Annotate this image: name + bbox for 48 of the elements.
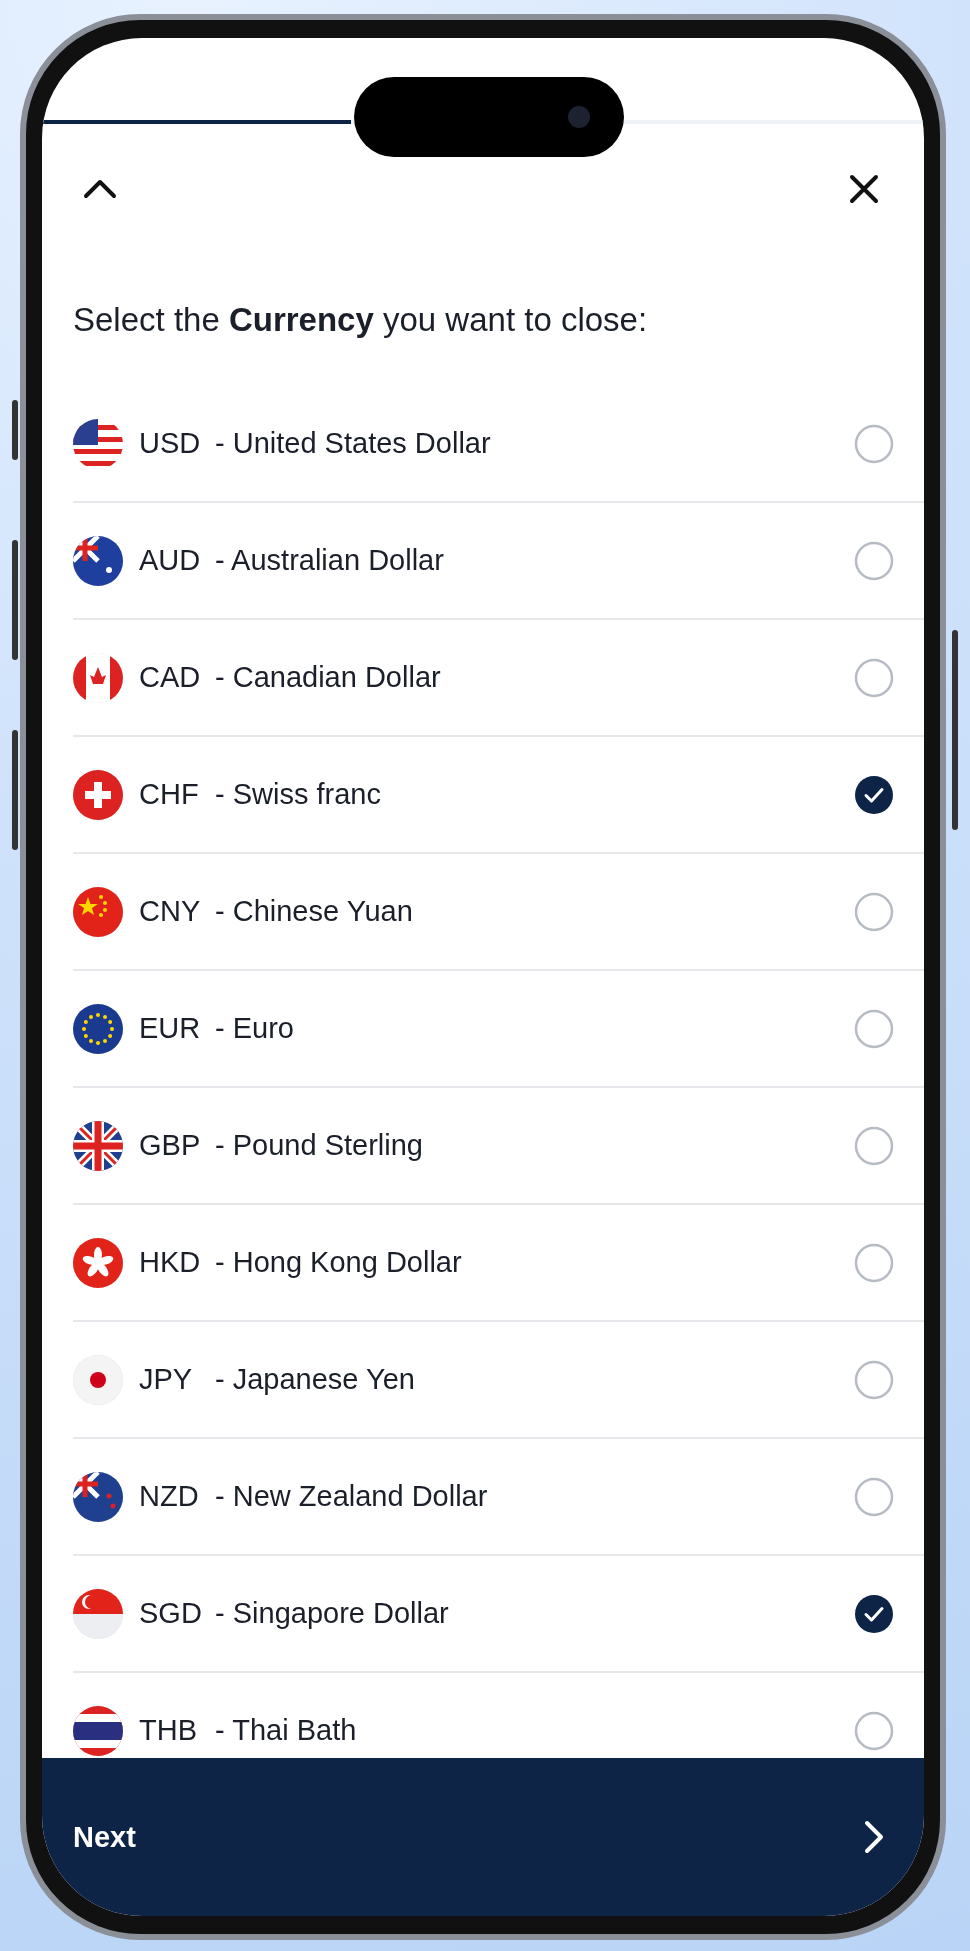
flag-icon: [73, 1471, 123, 1522]
currency-name: - Euro: [215, 1012, 295, 1045]
currency-code: THB: [139, 1714, 198, 1747]
flag-icon: [73, 1705, 123, 1756]
currency-name: - New Zealand Dollar: [215, 1480, 489, 1513]
radio-button[interactable]: [854, 540, 894, 581]
checked-radio-button[interactable]: [854, 1593, 894, 1634]
flag-icon: [73, 1120, 123, 1171]
currency-code: NZD: [139, 1480, 200, 1513]
currency-name: - Chinese Yuan: [215, 895, 414, 928]
currency-name: - Canadian Dollar: [215, 661, 442, 694]
radio-button[interactable]: [854, 423, 894, 464]
currency-code: CNY: [139, 895, 202, 928]
currency-name: - Japanese Yen: [215, 1363, 416, 1396]
flag-icon: [73, 535, 123, 586]
flag-icon: [73, 1003, 123, 1054]
currency-name: - Singapore Dollar: [215, 1597, 450, 1630]
flag-icon: [73, 1588, 123, 1639]
currency-name: - United States Dollar: [215, 427, 492, 460]
flag-icon: [73, 1354, 123, 1405]
currency-code: HKD: [139, 1246, 202, 1279]
currency-name: - Pound Sterling: [215, 1129, 424, 1162]
currency-name: - Hong Kong Dollar: [215, 1246, 463, 1279]
radio-button[interactable]: [854, 1710, 894, 1751]
currency-code: SGD: [139, 1597, 203, 1630]
flag-icon: [73, 1237, 123, 1288]
currency-code: EUR: [139, 1012, 202, 1045]
radio-button[interactable]: [854, 657, 894, 698]
next-button[interactable]: Next: [73, 1820, 136, 1854]
currency-code: USD: [139, 427, 202, 460]
currency-code: GBP: [139, 1129, 202, 1162]
flag-icon: [73, 769, 123, 820]
currency-code: CHF: [139, 778, 200, 811]
currency-name: - Thai Bath: [215, 1714, 358, 1747]
radio-button[interactable]: [854, 1125, 894, 1166]
radio-button[interactable]: [854, 1476, 894, 1517]
checked-radio-button[interactable]: [854, 774, 894, 815]
currency-code: AUD: [139, 544, 202, 577]
radio-button[interactable]: [854, 1008, 894, 1049]
flag-icon: [73, 886, 123, 937]
radio-button[interactable]: [854, 1359, 894, 1400]
radio-button[interactable]: [854, 1242, 894, 1283]
currency-code: JPY: [139, 1363, 194, 1396]
currency-name: - Australian Dollar: [215, 544, 445, 577]
currency-code: CAD: [139, 661, 202, 694]
prompt-title: Select the Currency you want to close:: [72, 300, 649, 340]
radio-button[interactable]: [854, 891, 894, 932]
currency-name: - Swiss franc: [215, 778, 382, 811]
